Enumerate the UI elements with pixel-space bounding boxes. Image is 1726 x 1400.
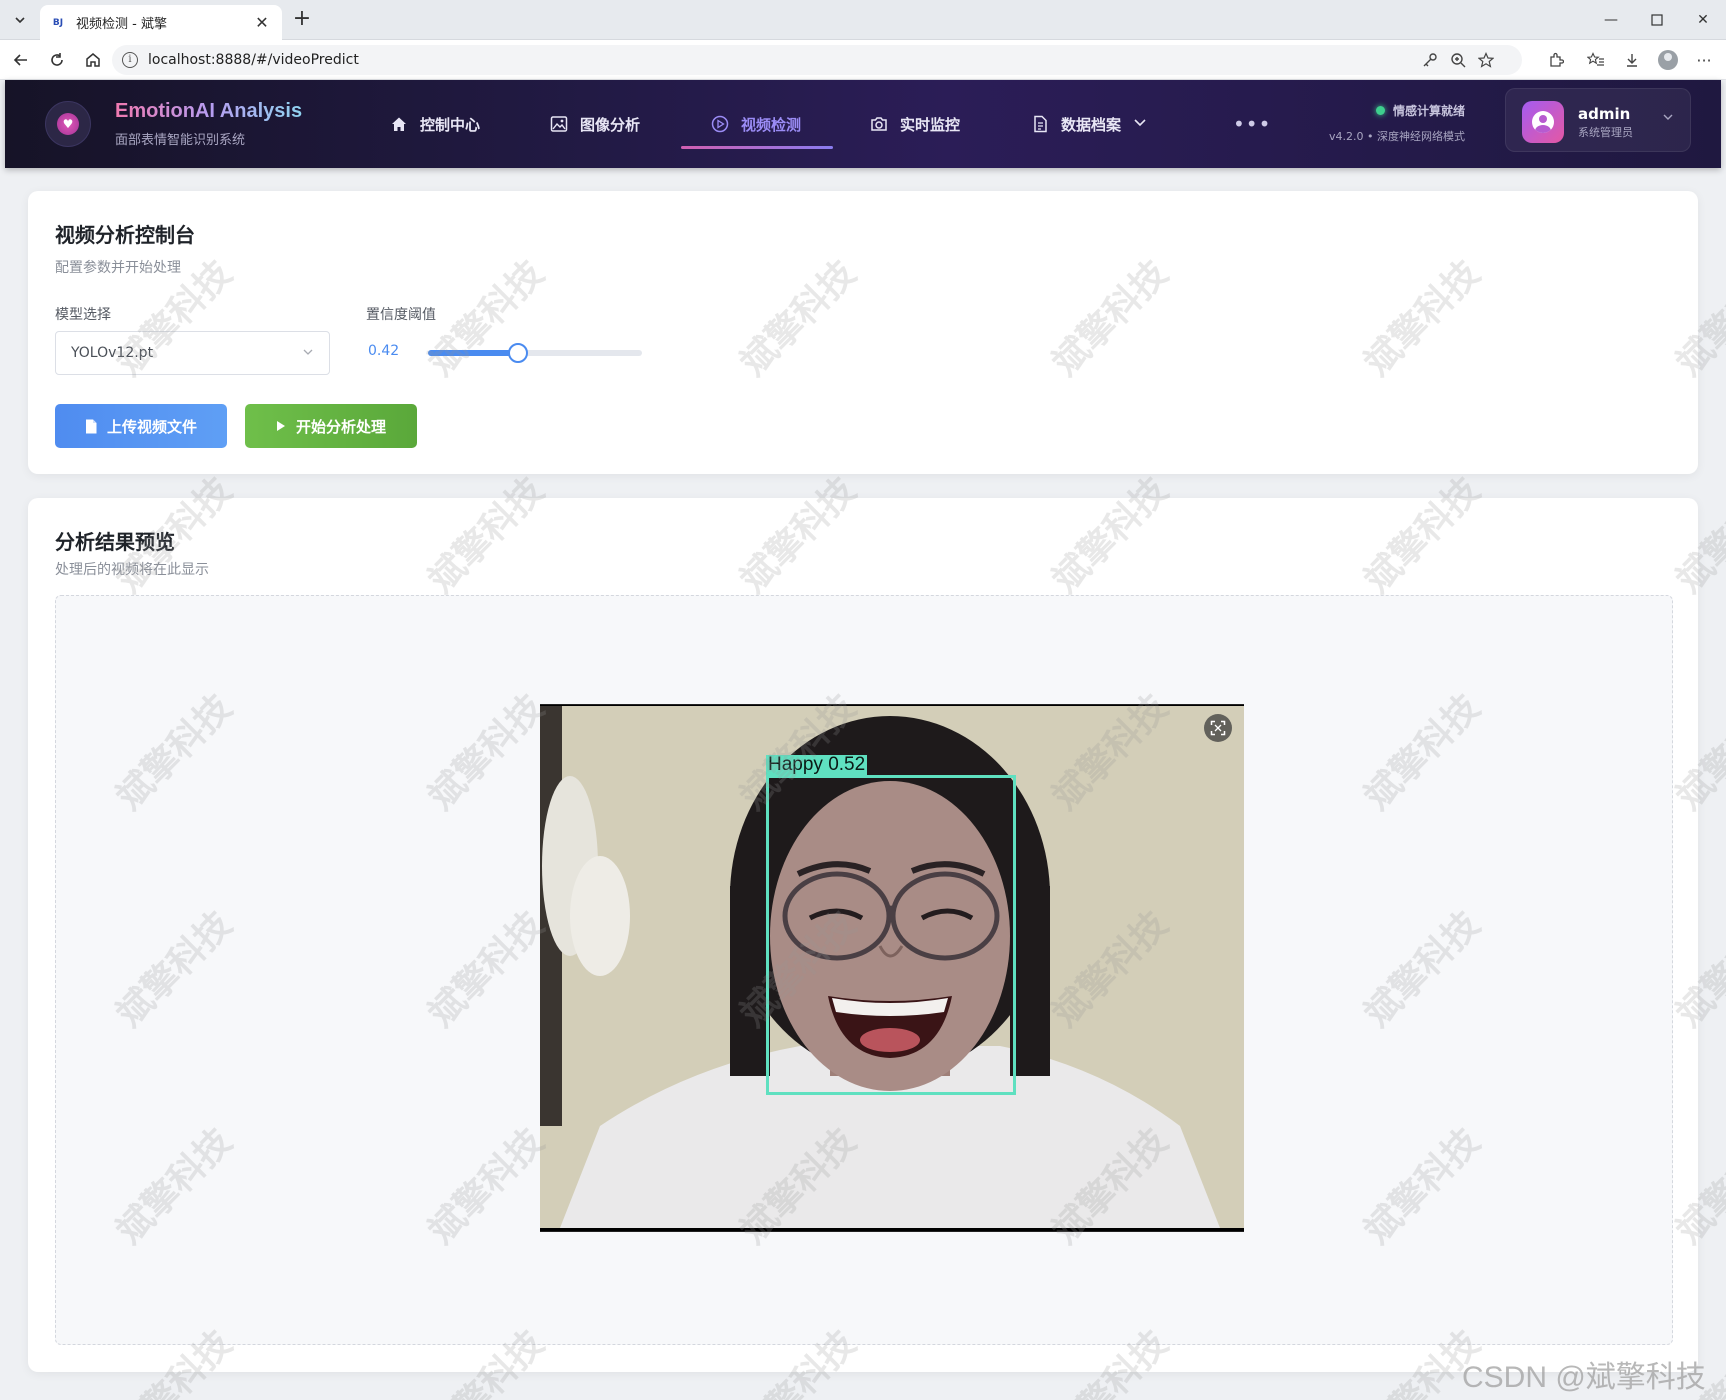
- results-subtitle: 处理后的视频将在此显示: [55, 562, 209, 578]
- video-preview-area: Happy 0.52: [55, 595, 1673, 1345]
- status-dot-icon: [1375, 106, 1385, 115]
- confidence-label: 置信度阈值: [366, 307, 436, 323]
- maximize-icon[interactable]: [1634, 0, 1680, 40]
- tab-list-chevron-icon[interactable]: [8, 8, 32, 32]
- camera-icon: [870, 115, 888, 133]
- file-icon: [85, 419, 97, 434]
- detection-label: Happy 0.52: [766, 754, 868, 775]
- chevron-down-icon: [1133, 115, 1147, 133]
- status-indicator: 情感计算就绪: [1375, 102, 1465, 119]
- nav-label: 控制中心: [420, 115, 481, 134]
- nav-label: 图像分析: [580, 115, 641, 134]
- more-menu-icon[interactable]: ···: [1692, 48, 1716, 72]
- slider-thumb[interactable]: [507, 343, 528, 363]
- app-logo[interactable]: ♥: [45, 101, 91, 147]
- app-header: ♥ EmotionAI Analysis 面部表情智能识别系统 控制中心 图像分…: [5, 80, 1721, 168]
- back-arrow-icon[interactable]: [8, 48, 34, 72]
- control-panel-subtitle: 配置参数并开始处理: [55, 260, 181, 276]
- detection-bounding-box: [766, 775, 1016, 1095]
- favorites-list-icon[interactable]: [1584, 48, 1608, 72]
- browser-toolbar: i localhost:8888/#/videoPredict ···: [0, 40, 1726, 80]
- play-circle-icon: [711, 115, 729, 133]
- heart-icon: ♥: [57, 113, 79, 135]
- nav-item-data-archive[interactable]: 数据档案: [1031, 80, 1147, 168]
- zoom-icon[interactable]: [1450, 52, 1466, 72]
- user-circle-icon: [1532, 111, 1554, 133]
- results-title: 分析结果预览: [55, 530, 175, 554]
- extensions-icon[interactable]: [1544, 48, 1568, 72]
- new-tab-plus-icon[interactable]: +: [290, 8, 314, 32]
- nav-label: 实时监控: [900, 115, 961, 134]
- fullscreen-icon[interactable]: [1204, 714, 1232, 742]
- minimize-icon[interactable]: —: [1588, 0, 1634, 40]
- model-select-value: YOLOv12.pt: [71, 345, 154, 361]
- nav-item-realtime-monitor[interactable]: 实时监控: [870, 80, 960, 168]
- slider-fill: [428, 350, 518, 356]
- home-icon: [390, 115, 408, 133]
- nav-label: 数据档案: [1061, 115, 1122, 134]
- start-button-label: 开始分析处理: [295, 417, 386, 436]
- nav-item-control-center[interactable]: 控制中心: [390, 80, 480, 168]
- select-chevron-down-icon: [302, 346, 314, 361]
- confidence-value: 0.42: [368, 343, 400, 359]
- start-analysis-button[interactable]: 开始分析处理: [245, 404, 417, 448]
- model-select-label: 模型选择: [55, 307, 111, 323]
- tab-close-icon[interactable]: ✕: [252, 13, 272, 32]
- video-frame-image: Happy 0.52: [540, 706, 1244, 1228]
- address-bar[interactable]: i localhost:8888/#/videoPredict: [112, 45, 1522, 75]
- brand-subtitle: 面部表情智能识别系统: [115, 133, 246, 148]
- favorite-star-icon[interactable]: [1477, 52, 1495, 72]
- nav-label: 视频检测: [741, 115, 802, 134]
- nav-item-video-detection[interactable]: 视频检测: [711, 80, 801, 168]
- home-page-icon[interactable]: [80, 48, 106, 72]
- control-panel-card: 视频分析控制台 配置参数并开始处理 模型选择 YOLOv12.pt 置信度阈值 …: [28, 191, 1698, 474]
- window-controls: — ✕: [1588, 0, 1726, 40]
- close-window-icon[interactable]: ✕: [1680, 0, 1726, 40]
- brand-title: EmotionAI Analysis: [115, 100, 303, 122]
- status-text: 情感计算就绪: [1392, 104, 1465, 118]
- key-icon[interactable]: [1422, 52, 1438, 72]
- nav-item-image-analysis[interactable]: 图像分析: [550, 80, 640, 168]
- tab-title: 视频检测 - 斌擎: [76, 17, 167, 32]
- video-player[interactable]: Happy 0.52: [540, 704, 1244, 1232]
- document-icon: [1031, 115, 1049, 133]
- upload-video-button[interactable]: 上传视频文件: [55, 404, 227, 448]
- tab-favicon-icon: BJ: [52, 17, 64, 28]
- results-card: 分析结果预览 处理后的视频将在此显示 Happy 0.52: [28, 498, 1698, 1372]
- user-menu[interactable]: admin 系统管理员: [1505, 88, 1691, 152]
- browser-tab-bar: BJ 视频检测 - 斌擎 ✕ + — ✕: [0, 0, 1726, 40]
- csdn-credit-watermark: CSDN @斌擎科技: [1462, 1361, 1706, 1394]
- user-avatar: [1522, 101, 1564, 143]
- model-select[interactable]: YOLOv12.pt: [55, 331, 330, 375]
- version-text: v4.2.0 • 深度神经网络模式: [1329, 130, 1465, 143]
- nav-active-indicator: [681, 146, 833, 149]
- nav-more-ellipsis-icon[interactable]: •••: [1233, 80, 1271, 168]
- downloads-icon[interactable]: [1620, 48, 1644, 72]
- control-panel-title: 视频分析控制台: [55, 223, 195, 247]
- user-chevron-down-icon: [1662, 111, 1674, 126]
- profile-avatar-icon[interactable]: [1656, 48, 1680, 72]
- site-info-icon[interactable]: i: [122, 52, 138, 68]
- user-role: 系统管理员: [1578, 126, 1633, 139]
- user-name: admin: [1578, 105, 1631, 123]
- upload-button-label: 上传视频文件: [106, 417, 197, 436]
- reload-icon[interactable]: [44, 48, 70, 72]
- address-url: localhost:8888/#/videoPredict: [148, 52, 359, 68]
- play-triangle-icon: [276, 420, 286, 432]
- browser-tab-active[interactable]: BJ 视频检测 - 斌擎 ✕: [40, 5, 282, 40]
- confidence-slider[interactable]: [428, 343, 642, 363]
- image-icon: [550, 115, 568, 133]
